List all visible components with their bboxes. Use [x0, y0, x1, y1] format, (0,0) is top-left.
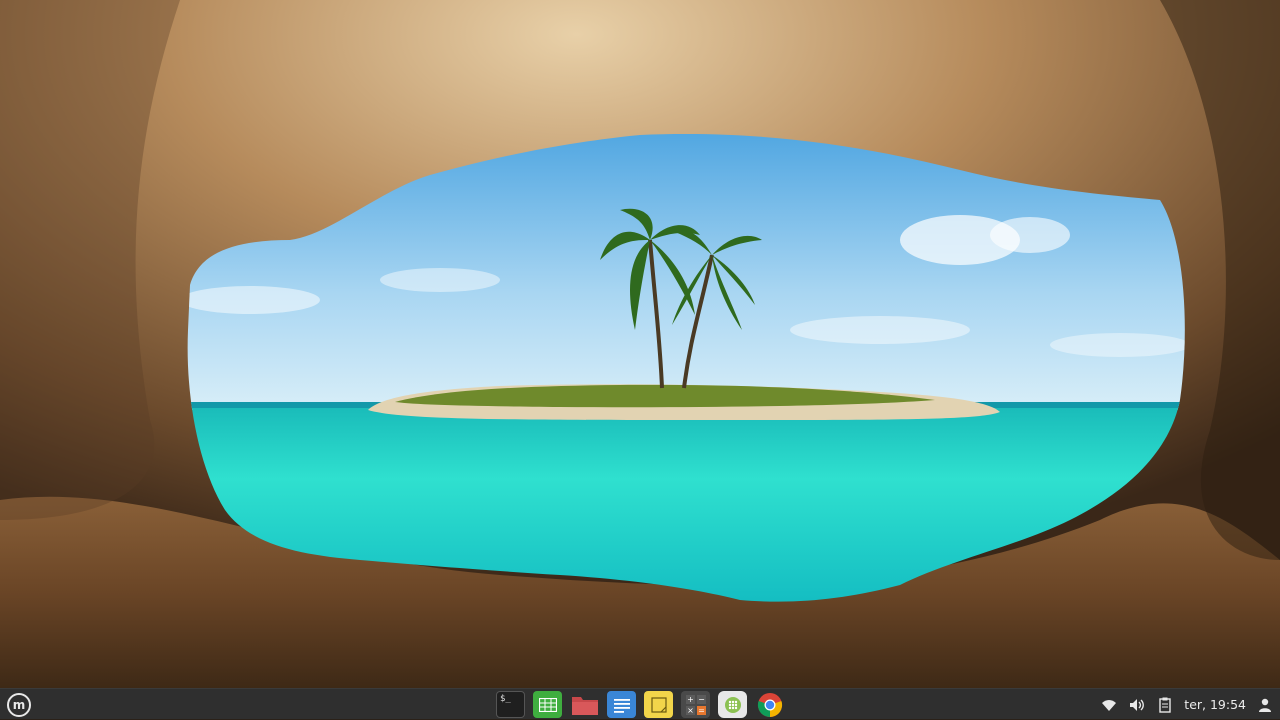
user-applet[interactable] [1256, 696, 1274, 714]
wifi-icon [1102, 699, 1117, 711]
calculator-launcher[interactable]: + − × = [681, 691, 710, 718]
text-editor-launcher[interactable] [607, 691, 636, 718]
software-manager-launcher[interactable] [718, 691, 747, 718]
main-menu-button[interactable]: m [4, 692, 34, 718]
panel-launchers: $_ + − × = [496, 691, 784, 719]
wallpaper-image [0, 0, 1280, 688]
text-editor-icon [613, 698, 630, 713]
svg-text:=: = [698, 706, 705, 715]
panel-clock[interactable]: ter, 19:54 [1184, 697, 1246, 712]
folder-icon [571, 696, 598, 715]
svg-text:−: − [698, 695, 705, 704]
taskbar-panel: m $_ + − × = ter, 19:54 [0, 688, 1280, 719]
linux-mint-logo-icon: m [7, 693, 31, 717]
sticky-notes-launcher[interactable] [644, 691, 673, 718]
calculator-icon: + − × = [685, 694, 706, 715]
clipboard-applet[interactable] [1156, 696, 1174, 714]
files-launcher[interactable] [570, 691, 599, 718]
volume-icon [1130, 698, 1145, 711]
chrome-icon [757, 692, 782, 717]
user-icon [1259, 698, 1271, 712]
spreadsheet-launcher[interactable] [533, 691, 562, 718]
software-manager-icon [724, 696, 741, 713]
sticky-notes-icon [650, 696, 667, 713]
terminal-launcher[interactable]: $_ [496, 691, 525, 718]
clipboard-icon [1159, 697, 1171, 713]
svg-text:×: × [687, 706, 694, 715]
sound-applet[interactable] [1128, 696, 1146, 714]
chrome-launcher[interactable] [755, 691, 784, 718]
network-applet[interactable] [1100, 696, 1118, 714]
terminal-icon: $_ [500, 694, 511, 704]
svg-text:+: + [687, 695, 694, 704]
spreadsheet-icon [538, 697, 557, 712]
system-tray: ter, 19:54 [1100, 689, 1280, 720]
desktop-wallpaper [0, 0, 1280, 688]
